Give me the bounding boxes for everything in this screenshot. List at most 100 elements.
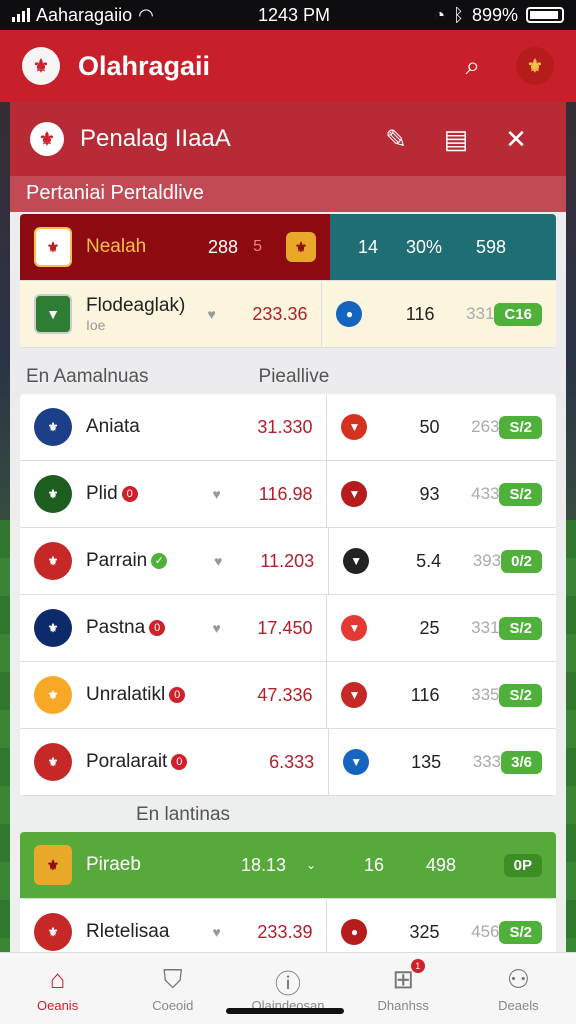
team-crest-icon: ⚜	[34, 743, 72, 781]
team-name: Poralarait 0	[86, 751, 214, 773]
panel-subtitle: Pertaniai Pertaldlive	[10, 176, 566, 212]
user-icon: ⚇	[506, 964, 531, 994]
table-row[interactable]: ⚜ Poralarait 0 6.333 ▼ 135 333 3/6	[20, 729, 556, 796]
table-row[interactable]: ▼ Flodeaglak) Ioe ♥ 233.36 ● 116 331 C16	[20, 281, 556, 348]
team-score: 116.98	[258, 483, 313, 504]
status-badge[interactable]: S/2	[499, 616, 542, 640]
panel-header: ⚜ Penalag IIaaA ✎ ▤ ✕	[10, 102, 566, 176]
favorite-icon[interactable]: ♥	[212, 486, 232, 502]
opponent-crest-icon: ⚜	[286, 232, 316, 262]
team-score: 288	[207, 236, 238, 257]
form-dot-icon: 0	[149, 619, 166, 636]
team-name: Parrain ✓	[86, 550, 214, 572]
carrier-label: Aaharagaiio	[36, 4, 133, 25]
wifi-icon: ◠	[138, 4, 154, 25]
document-icon[interactable]: ▤	[426, 124, 486, 155]
close-icon[interactable]: ✕	[486, 124, 546, 155]
opponent-crest-icon: ●	[336, 301, 363, 327]
stat-secondary: 498	[425, 854, 456, 875]
nav-item-oeanis[interactable]: ⌂ Oeanis	[0, 953, 115, 1024]
team-score: 47.336	[257, 684, 313, 705]
team-crest-icon: ⚜	[34, 609, 72, 647]
stat-played: 16	[363, 854, 384, 875]
team-crest-icon: ⚜	[34, 408, 72, 446]
section-title: En lantinas	[136, 804, 231, 825]
favorite-icon[interactable]: ♥	[214, 553, 234, 569]
team-crest-icon: ⚜	[34, 475, 72, 513]
status-badge[interactable]: 0P	[503, 853, 542, 877]
table-row[interactable]: ⚜ Piraeb 18.13 ⌄ 16 498 0P	[20, 832, 556, 899]
home-icon: ⌂	[49, 964, 66, 994]
section-header: En lantinas	[10, 796, 566, 832]
stat-played: 93	[419, 483, 440, 504]
team-crest-icon: ⚜	[34, 676, 72, 714]
status-bar: Aaharagaiio ◠ 1243 PM ◔ ᛒ 899%	[0, 0, 576, 30]
team-subtitle: Ioe	[86, 317, 106, 333]
team-crest-icon: ⚜	[34, 913, 72, 951]
stat-secondary: 393	[472, 551, 502, 570]
status-badge[interactable]: S/2	[499, 920, 542, 944]
status-badge[interactable]: S/2	[499, 482, 542, 506]
team-name: Flodeaglak) Ioe	[86, 295, 207, 333]
edit-icon[interactable]: ✎	[366, 124, 426, 155]
stat-secondary: 333	[472, 752, 502, 771]
battery-icon	[525, 7, 564, 23]
nav-item-dhanhss[interactable]: ⊞ Dhanhss 1	[346, 953, 461, 1024]
team-score: 6.333	[269, 751, 315, 772]
stat-secondary: 263	[471, 417, 500, 436]
status-badge[interactable]: S/2	[499, 415, 542, 439]
table-row[interactable]: ⚜ Aniata 31.330 ▼ 50 263 S/2	[20, 394, 556, 461]
status-badge[interactable]: C16	[494, 302, 542, 326]
table-row[interactable]: ⚜ Nealah 288 5 ⚜ 14 30% 598	[20, 214, 556, 281]
shield-icon: ⛉	[163, 964, 183, 994]
section-column-label: Pieallive	[258, 366, 330, 387]
league-crest-icon: ⚜	[30, 122, 64, 156]
stat-secondary: 331	[471, 618, 500, 637]
status-badge[interactable]: 0/2	[501, 549, 542, 573]
opponent-crest-icon: ●	[341, 919, 368, 945]
team-name: Aniata	[86, 416, 140, 437]
stat-played: 135	[411, 751, 442, 772]
nav-label: Oeanis	[37, 998, 79, 1013]
opponent-crest-icon: ▼	[341, 682, 368, 708]
stat-secondary: 331	[466, 304, 495, 323]
table-row[interactable]: ⚜ Pastna 0 ♥ 17.450 ▼ 25 331 S/2	[20, 595, 556, 662]
clock: 1243 PM	[258, 4, 331, 25]
profile-crest-icon[interactable]: ⚜	[516, 47, 554, 85]
chevron-down-icon[interactable]: ♥	[212, 924, 232, 940]
form-dot-icon: 0	[171, 753, 188, 770]
form-dot-icon: 0	[121, 485, 138, 502]
nav-item-coeoid[interactable]: ⛉ Coeoid	[115, 953, 230, 1024]
team-name: Pastna 0	[86, 617, 212, 639]
table-row[interactable]: ⚜ Parrain ✓ ♥ 11.203 ▼ 5.4 393 0/2	[20, 528, 556, 595]
form-dot-icon: 0	[169, 686, 186, 703]
team-name: Rletelisaa	[86, 921, 170, 942]
status-badge[interactable]: S/2	[499, 683, 542, 707]
team-name: Nealah	[86, 236, 147, 257]
opponent-crest-icon: ▼	[343, 548, 370, 574]
panel-title: Penalag IIaaA	[80, 125, 231, 152]
table-row[interactable]: ⚜ Unralatikl 0 47.336 ▼ 116 335 S/2	[20, 662, 556, 729]
opponent-crest-icon: ▼	[341, 481, 368, 507]
stat-points: 598	[475, 236, 506, 257]
favorite-icon[interactable]: ♥	[212, 620, 232, 636]
chevron-down-icon[interactable]: ⌄	[286, 858, 316, 872]
team-name: Piraeb	[86, 854, 141, 875]
nav-item-deaels[interactable]: ⚇ Deaels	[461, 953, 576, 1024]
stat-played: 116	[405, 303, 435, 324]
stat-played: 5.4	[416, 550, 442, 571]
table-row[interactable]: ⚜ Plid 0 ♥ 116.98 ▼ 93 433 S/2	[20, 461, 556, 528]
team-crest-icon: ⚜	[34, 845, 72, 885]
team-crest-icon: ⚜	[34, 542, 72, 580]
opponent-crest-icon: ▼	[341, 414, 368, 440]
team-score: 233.36	[252, 303, 308, 324]
status-badge[interactable]: 3/6	[501, 750, 542, 774]
featured-card: ⚜ Piraeb 18.13 ⌄ 16 498 0P ⚜ Rletelisaa …	[20, 832, 556, 966]
app-title: Olahragaii	[78, 50, 211, 81]
nav-label: Coeoid	[152, 998, 194, 1013]
search-icon[interactable]: ⌕	[465, 50, 480, 82]
alarm-icon: ◔	[434, 4, 446, 25]
team-score: 17.450	[257, 617, 313, 638]
chevron-down-icon[interactable]: ♥	[207, 306, 227, 322]
app-bar: ⚜ Olahragaii ⌕ ⚜	[0, 30, 576, 102]
